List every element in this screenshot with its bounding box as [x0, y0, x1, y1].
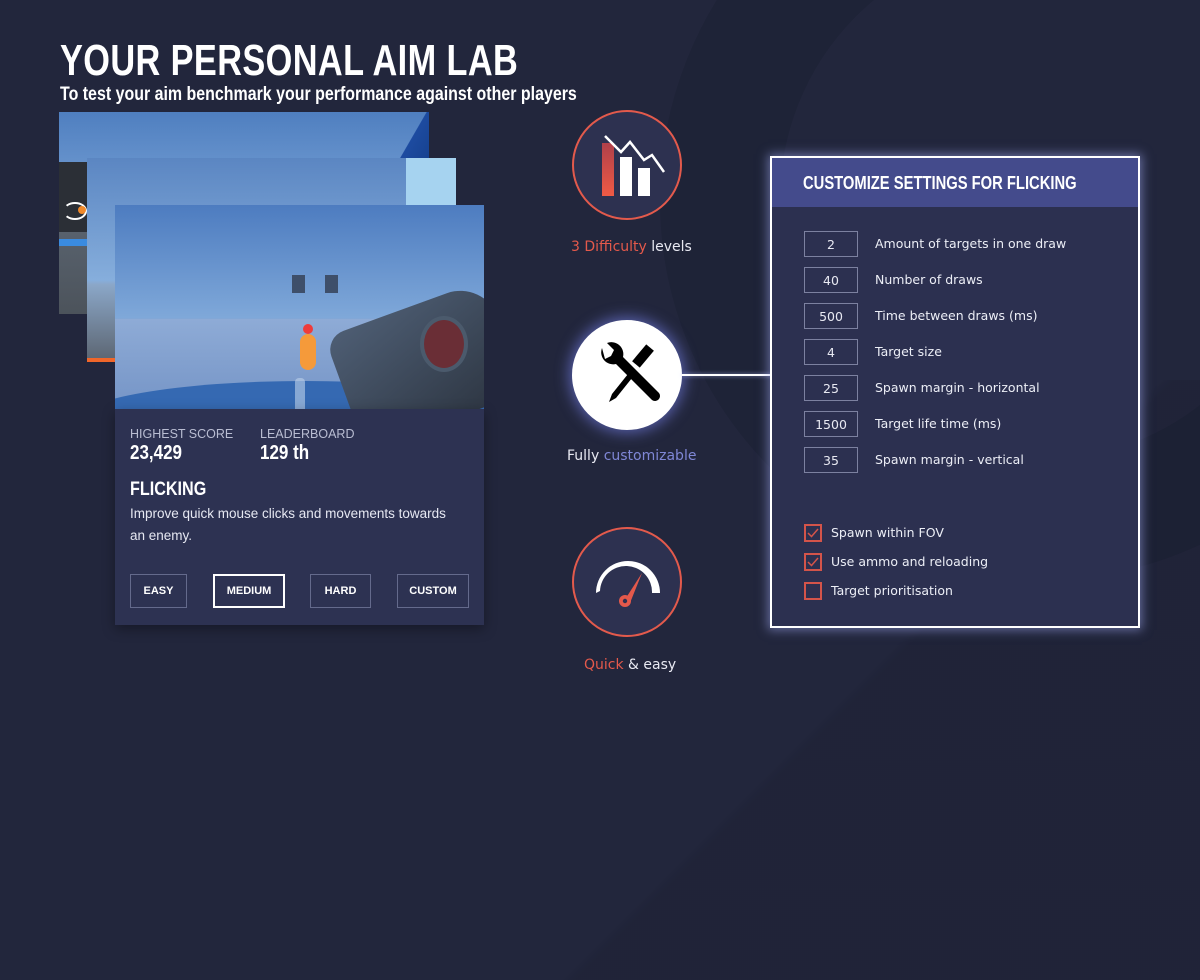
settings-panel: CUSTOMIZE SETTINGS FOR FLICKING 2 Amount… — [770, 156, 1140, 628]
settings-title: CUSTOMIZE SETTINGS FOR FLICKING — [803, 173, 1077, 193]
mode-card: HIGHEST SCORE 23,429 LEADERBOARD 129 th … — [115, 409, 484, 625]
easy-button[interactable]: EASY — [130, 574, 187, 608]
target-size-input[interactable]: 4 — [804, 339, 858, 365]
highest-score-label: HIGHEST SCORE — [130, 427, 234, 441]
setting-label: Time between draws (ms) — [875, 308, 1038, 323]
caption-text: levels — [646, 239, 692, 255]
setting-label: Amount of targets in one draw — [875, 236, 1067, 251]
game-screenshot-front — [115, 205, 484, 410]
tower — [325, 275, 338, 293]
caption-highlight: 3 Difficulty — [571, 239, 647, 255]
quick-feature-caption: Quick & easy — [584, 657, 676, 673]
customizable-feature-badge[interactable] — [572, 320, 682, 430]
cylinder — [295, 378, 305, 410]
leaderboard-value: 129 th — [260, 442, 310, 464]
hud-stripe — [59, 239, 89, 246]
target-prioritisation-checkbox[interactable] — [804, 582, 822, 600]
tower — [292, 275, 305, 293]
custom-button[interactable]: CUSTOM — [397, 574, 469, 608]
checkbox-label: Target prioritisation — [831, 583, 953, 598]
difficulty-feature-caption: 3 Difficulty levels — [571, 239, 692, 255]
setting-label: Target size — [875, 344, 942, 359]
setting-label: Number of draws — [875, 272, 983, 287]
number-of-draws-input[interactable]: 40 — [804, 267, 858, 293]
target-life-time-input[interactable]: 1500 — [804, 411, 858, 437]
setting-label: Spawn margin - vertical — [875, 452, 1024, 467]
speedometer-icon — [596, 561, 660, 607]
checkbox-label: Spawn within FOV — [831, 525, 944, 540]
page-subtitle: To test your aim benchmark your performa… — [60, 84, 577, 105]
hud-panel — [59, 162, 89, 232]
cyan-wall — [406, 158, 456, 206]
caption-text: Fully — [567, 448, 604, 464]
spawn-margin-horizontal-input[interactable]: 25 — [804, 375, 858, 401]
hard-button[interactable]: HARD — [310, 574, 371, 608]
difficulty-feature-badge — [572, 110, 682, 220]
spawn-margin-vertical-input[interactable]: 35 — [804, 447, 858, 473]
use-ammo-checkbox[interactable] — [804, 553, 822, 571]
setting-label: Spawn margin - horizontal — [875, 380, 1040, 395]
targets-per-draw-input[interactable]: 2 — [804, 231, 858, 257]
check-icon — [807, 528, 819, 538]
caption-highlight: customizable — [603, 448, 697, 464]
rifle-scope — [420, 316, 468, 372]
leaderboard-label: LEADERBOARD — [260, 427, 355, 441]
caption-text: & easy — [623, 657, 677, 673]
spawn-within-fov-checkbox[interactable] — [804, 524, 822, 542]
caption-highlight: Quick — [584, 657, 624, 673]
check-icon — [807, 557, 819, 567]
connector-line — [682, 374, 772, 376]
highest-score-value: 23,429 — [130, 442, 182, 464]
time-between-draws-input[interactable]: 500 — [804, 303, 858, 329]
quick-feature-badge — [572, 527, 682, 637]
settings-panel-header: CUSTOMIZE SETTINGS FOR FLICKING — [772, 158, 1138, 207]
setting-label: Target life time (ms) — [875, 416, 1002, 431]
target-head — [303, 324, 313, 334]
mode-description: Improve quick mouse clicks and movements… — [130, 506, 446, 543]
page-title: YOUR PERSONAL AIM LAB — [60, 36, 519, 85]
target-body — [300, 334, 316, 370]
target-dot — [78, 206, 86, 214]
mode-name: FLICKING — [130, 479, 207, 500]
customizable-feature-caption: Fully customizable — [567, 448, 696, 464]
checkbox-label: Use ammo and reloading — [831, 554, 989, 569]
medium-button[interactable]: MEDIUM — [213, 574, 285, 608]
chart-bars-icon — [602, 135, 666, 196]
tools-icon — [601, 342, 660, 402]
